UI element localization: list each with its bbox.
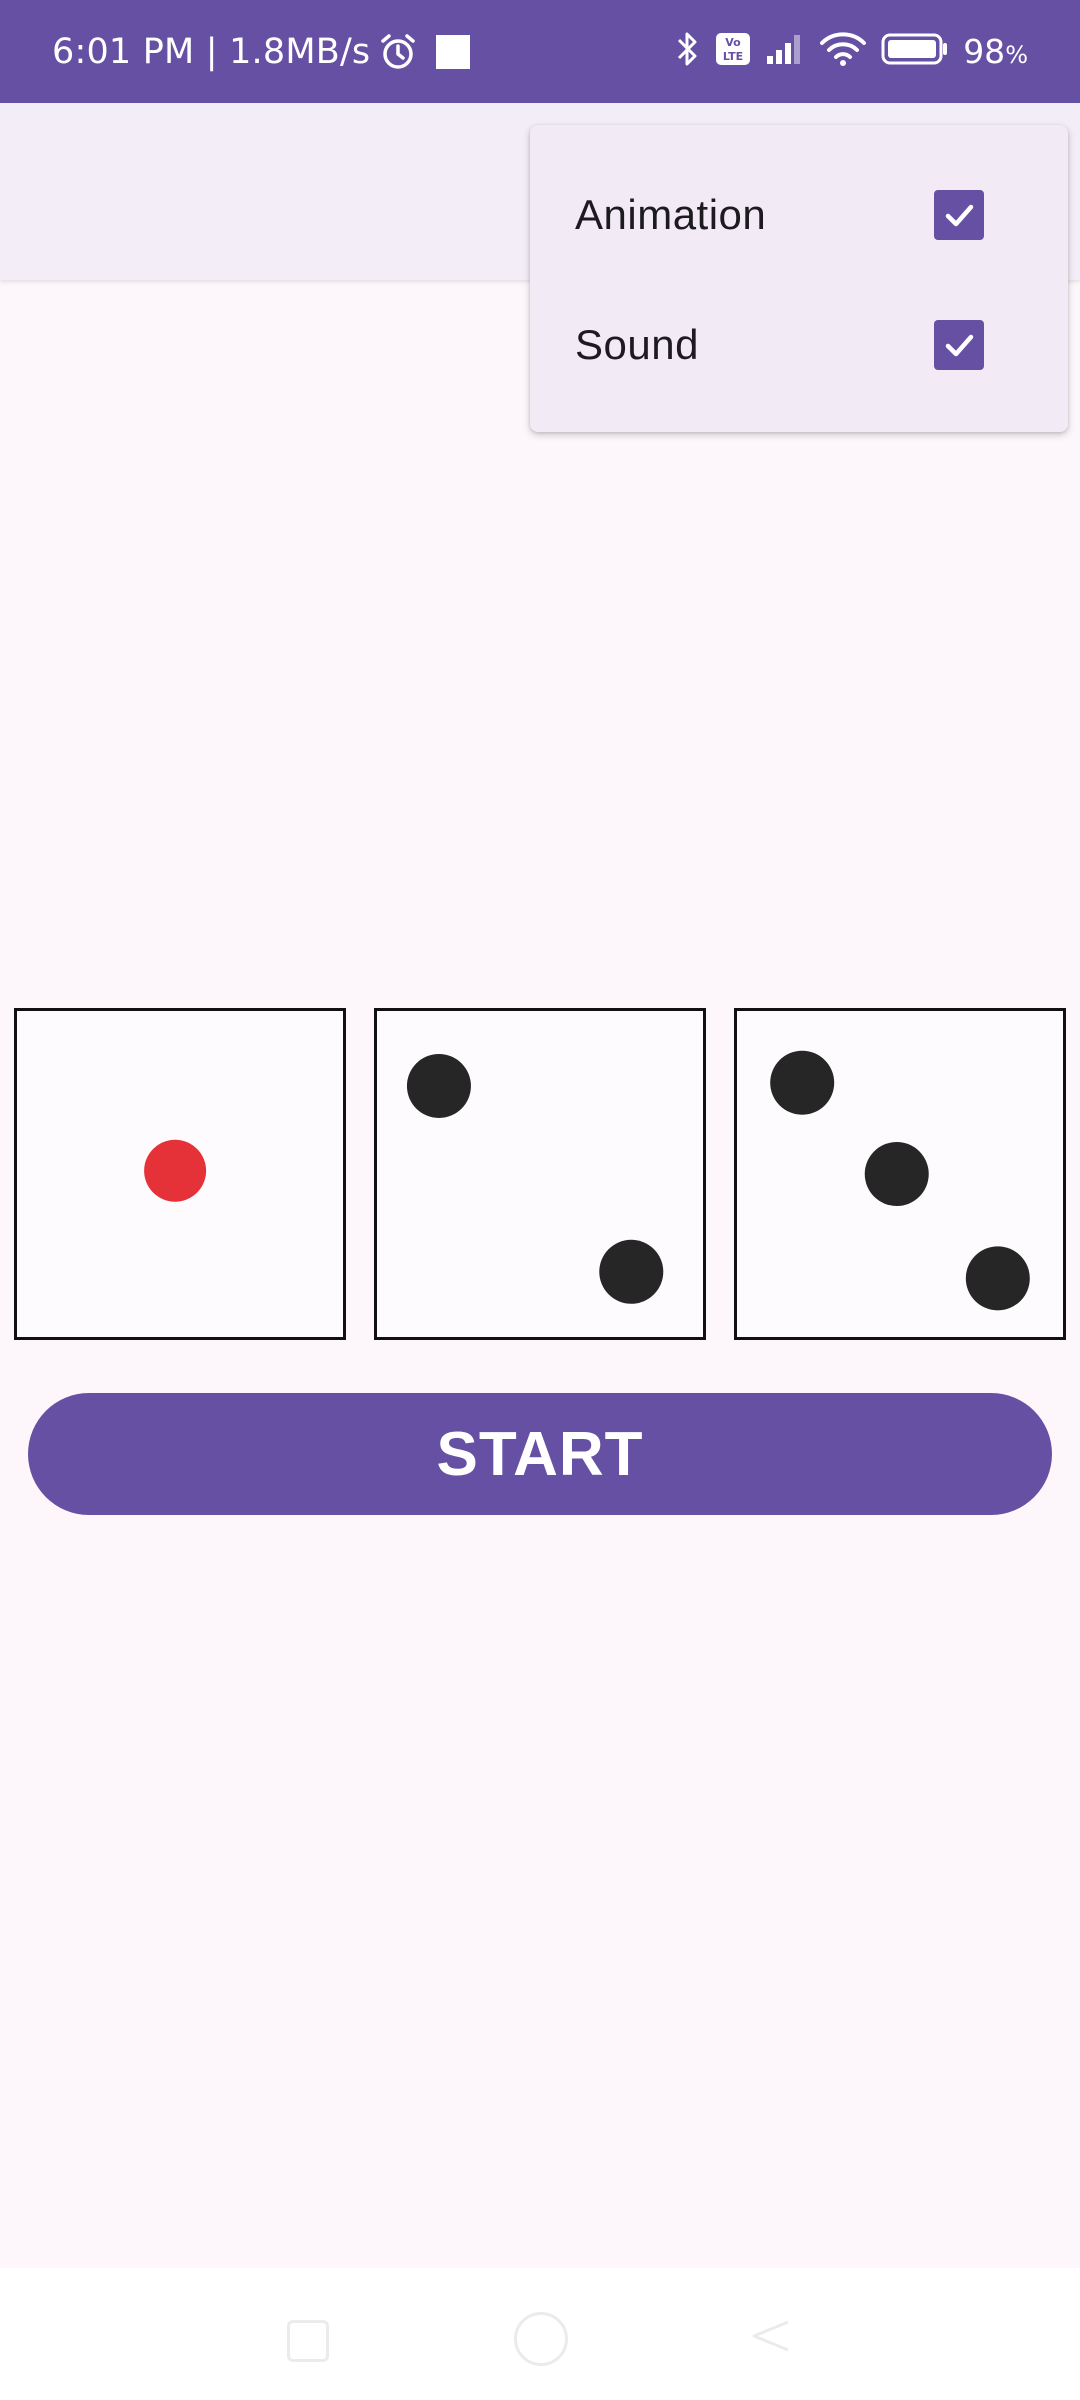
checkmark-icon: [945, 204, 974, 227]
battery-percent-unit: %: [1005, 41, 1028, 69]
animation-checkbox[interactable]: [934, 190, 984, 240]
die-1[interactable]: [14, 1008, 346, 1340]
back-button-icon[interactable]: [750, 2318, 792, 2359]
bluetooth-icon: [675, 29, 701, 74]
overflow-menu: Animation Sound: [530, 125, 1068, 432]
battery-icon: [881, 32, 949, 71]
status-right: Vo LTE 98%: [675, 0, 1028, 103]
battery-percent-value: 98: [963, 32, 1006, 71]
die-2[interactable]: [374, 1008, 706, 1340]
menu-item-sound[interactable]: Sound: [530, 280, 1068, 410]
svg-text:LTE: LTE: [723, 50, 743, 63]
die-pip: [599, 1239, 664, 1304]
die-pip: [965, 1246, 1030, 1311]
die-face: [770, 1050, 1030, 1311]
battery-percent: 98%: [963, 32, 1028, 71]
die-face: [144, 1139, 207, 1202]
menu-item-label: Animation: [575, 191, 767, 238]
die-face: [406, 1053, 664, 1304]
die-pip: [864, 1142, 929, 1206]
recents-button-icon[interactable]: [287, 2320, 329, 2362]
die-3[interactable]: [734, 1008, 1066, 1340]
die-pip: [406, 1053, 471, 1118]
sound-checkbox[interactable]: [934, 320, 984, 370]
home-button-icon[interactable]: [514, 2312, 568, 2366]
status-time-speed: 6:01 PM | 1.8MB/s: [52, 31, 371, 72]
menu-item-animation[interactable]: Animation: [530, 150, 1068, 280]
start-button[interactable]: START: [28, 1393, 1052, 1515]
volte-icon: Vo LTE: [715, 32, 751, 71]
signal-icon: [765, 32, 805, 71]
notification-square-icon: [436, 34, 471, 69]
svg-text:Vo: Vo: [725, 36, 741, 49]
navigation-bar: [0, 2268, 1080, 2400]
die-pip: [144, 1139, 207, 1202]
die-pip: [770, 1050, 835, 1115]
status-left: 6:01 PM | 1.8MB/s: [52, 0, 471, 103]
alarm-icon: [378, 32, 418, 72]
status-bar: 6:01 PM | 1.8MB/s Vo LTE 98%: [0, 0, 1080, 103]
menu-item-label: Sound: [575, 321, 699, 368]
wifi-icon: [819, 31, 867, 72]
checkmark-icon: [945, 334, 974, 357]
dice-row: [0, 1008, 1080, 1340]
